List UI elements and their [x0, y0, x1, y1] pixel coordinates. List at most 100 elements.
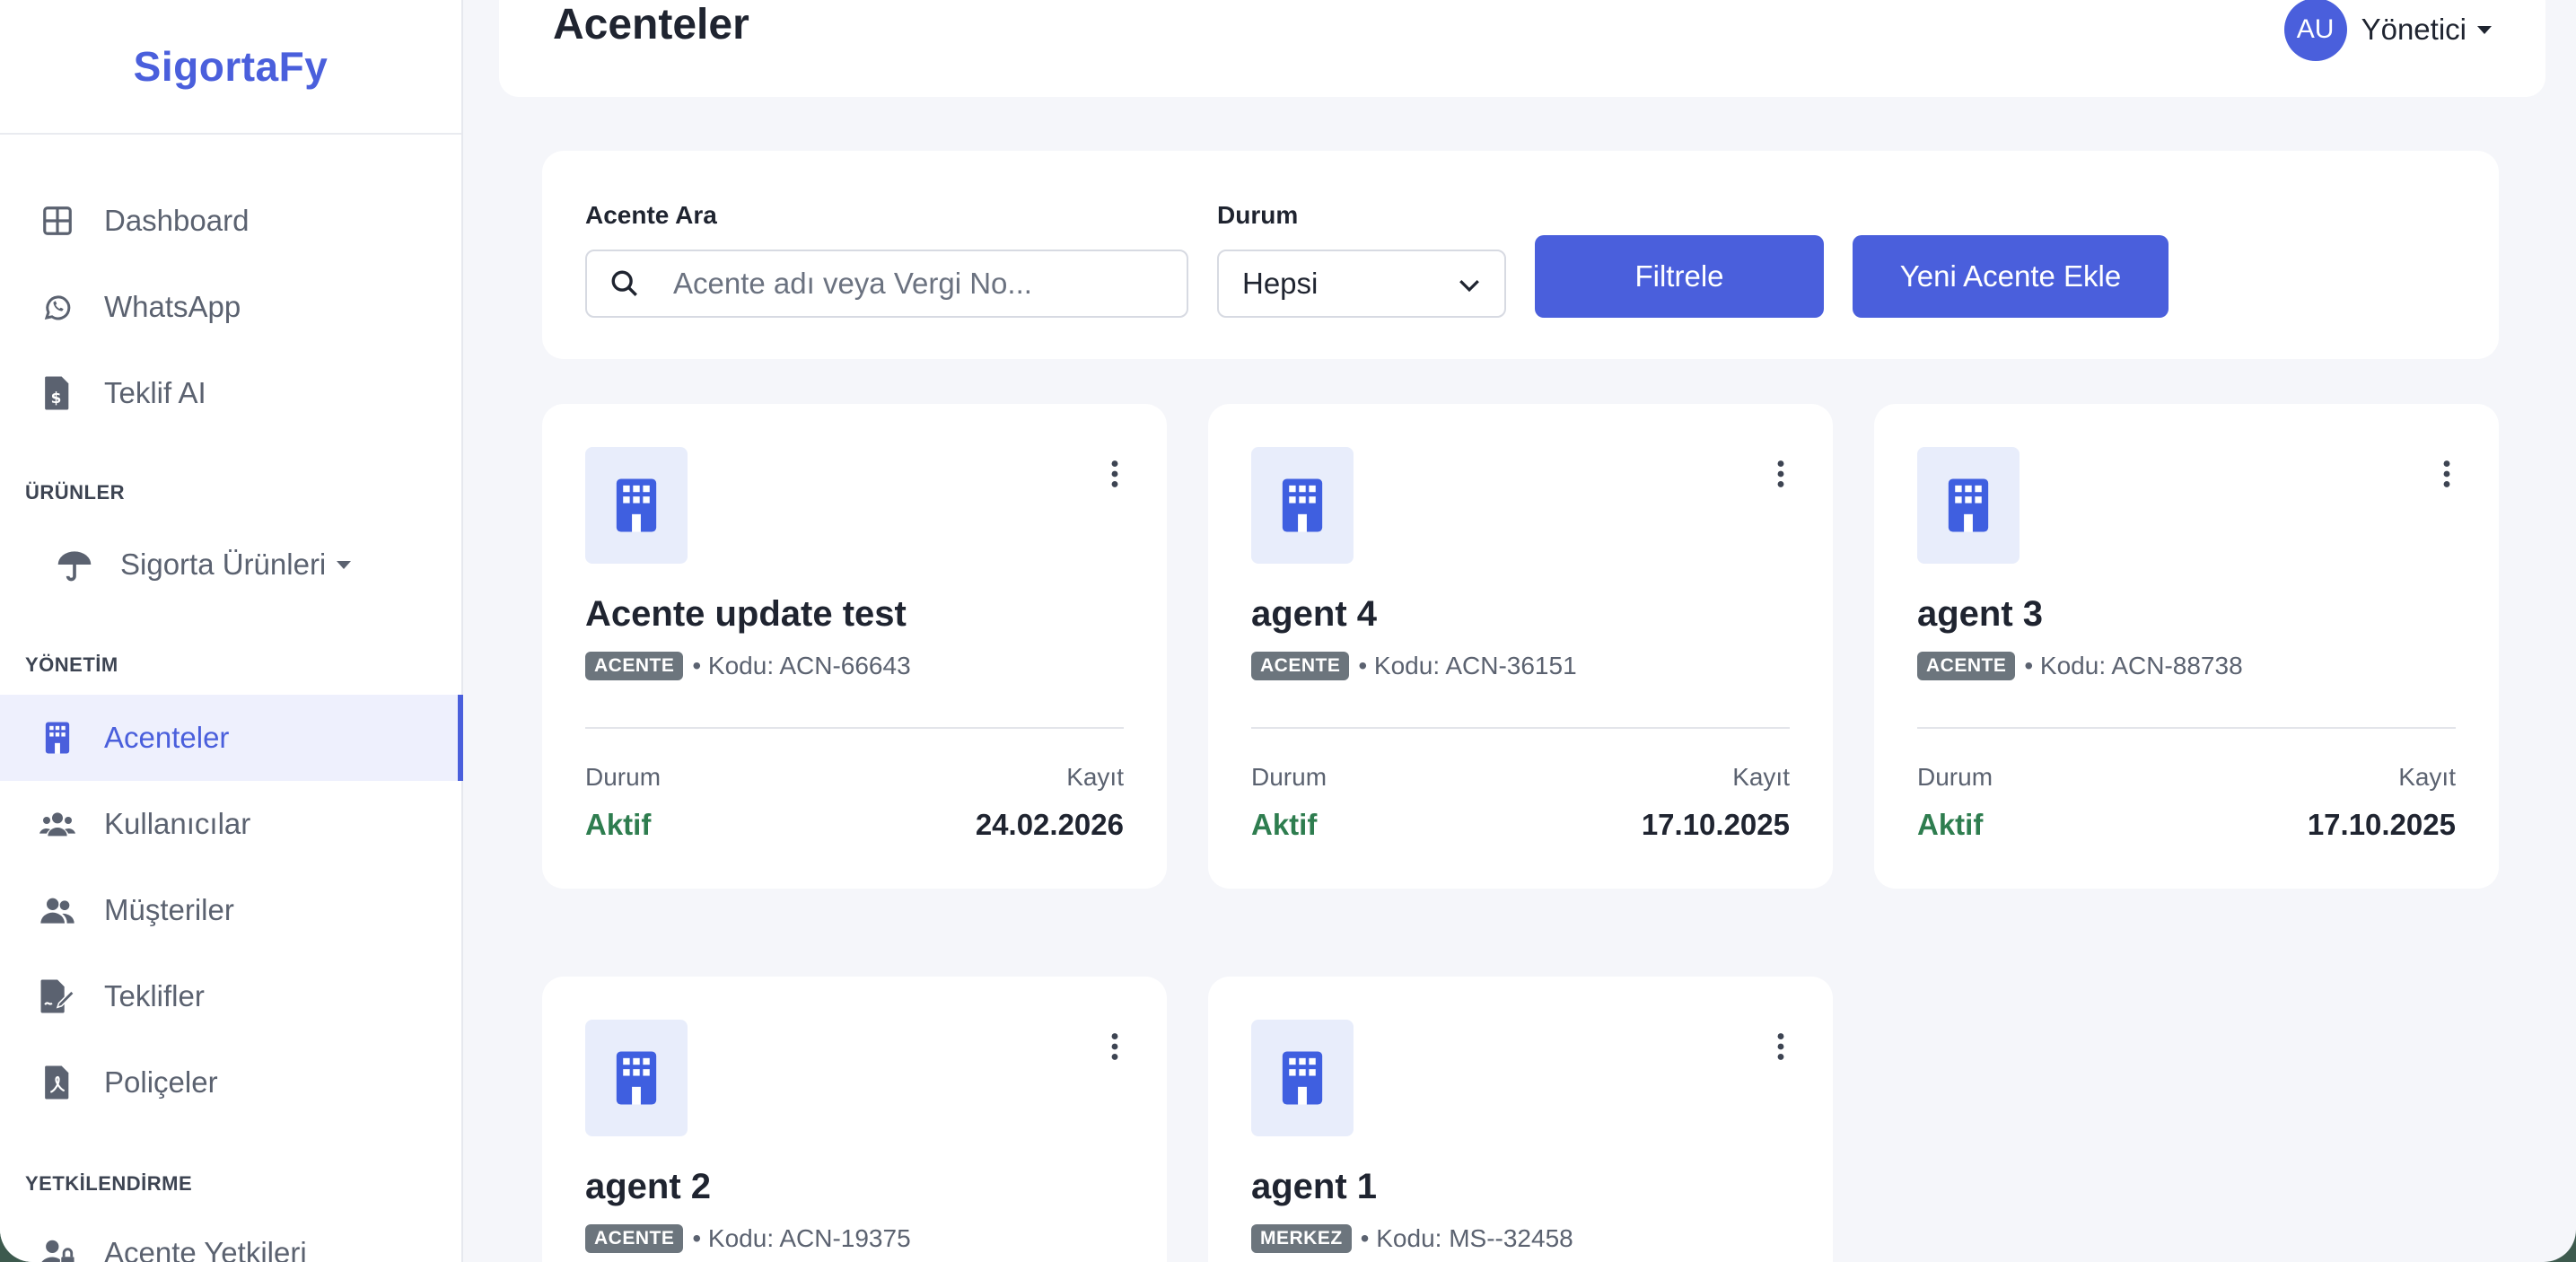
- building-icon: [1251, 1020, 1354, 1136]
- agency-name: agent 4: [1251, 594, 1378, 634]
- agency-name: agent 3: [1917, 594, 2044, 634]
- registration-date: 17.10.2025: [2307, 808, 2456, 841]
- section-label-authorization: YETKİLENDİRME: [25, 1172, 193, 1195]
- divider: [1917, 727, 2456, 729]
- agency-meta: ACENTE • Kodu: ACN-88738: [1917, 652, 2243, 680]
- agency-code: • Kodu: ACN-36151: [1358, 652, 1577, 679]
- brand-logo[interactable]: SigortaFy: [0, 0, 461, 135]
- chevron-down-icon: [1458, 267, 1481, 301]
- sidebar-item-kullanicilar[interactable]: Kullanıcılar: [0, 781, 463, 867]
- page-title: Acenteler: [553, 1, 749, 48]
- chevron-down-icon: [2477, 25, 2492, 34]
- file-signature-icon: [39, 978, 75, 1014]
- user-role: Yönetici: [2361, 13, 2466, 46]
- top-header: Acenteler AU Yönetici: [499, 0, 2545, 97]
- agency-card[interactable]: agent 4 ACENTE • Kodu: ACN-36151 Durum K…: [1208, 404, 1833, 889]
- sidebar-item-dashboard[interactable]: Dashboard: [0, 178, 463, 264]
- agency-type-badge: ACENTE: [585, 652, 684, 680]
- more-options-icon[interactable]: [1772, 1029, 1790, 1065]
- brand-name: SigortaFy: [133, 43, 329, 90]
- building-icon: [1917, 447, 2020, 564]
- sidebar-item-acente-yetkileri[interactable]: Acente Yetkileri: [0, 1210, 463, 1262]
- filter-panel: Acente Ara Durum Hepsi Filtrele Yeni Ace…: [542, 151, 2499, 359]
- status-label: Durum: [1251, 763, 1327, 791]
- agency-meta: ACENTE • Kodu: ACN-19375: [585, 1224, 911, 1253]
- users-icon: [39, 806, 75, 842]
- divider: [585, 727, 1124, 729]
- registration-date: 17.10.2025: [1641, 808, 1790, 841]
- search-field[interactable]: [585, 250, 1188, 318]
- umbrella-icon: [54, 544, 95, 585]
- agency-code: • Kodu: ACN-19375: [692, 1224, 911, 1252]
- whatsapp-icon: [39, 289, 75, 325]
- sidebar-item-acenteler[interactable]: Acenteler: [0, 695, 463, 781]
- registration-date: 24.02.2026: [975, 808, 1124, 841]
- filter-button[interactable]: Filtrele: [1535, 235, 1824, 318]
- avatar: AU: [2283, 0, 2347, 61]
- sidebar-item-whatsapp[interactable]: WhatsApp: [0, 264, 463, 350]
- agency-type-badge: ACENTE: [1251, 652, 1350, 680]
- more-options-icon[interactable]: [1106, 1029, 1124, 1065]
- status-value: Aktif: [1917, 808, 1984, 841]
- status-select[interactable]: Hepsi: [1217, 250, 1506, 318]
- sidebar-item-musteriler[interactable]: Müşteriler: [0, 867, 463, 953]
- agency-code: • Kodu: ACN-66643: [692, 652, 911, 679]
- agency-name: Acente update test: [585, 594, 907, 634]
- agency-type-badge: ACENTE: [585, 1224, 684, 1253]
- user-menu[interactable]: AU Yönetici: [2283, 0, 2492, 61]
- registration-label: Kayıt: [2398, 763, 2456, 791]
- sidebar-item-label: Müşteriler: [104, 893, 234, 926]
- building-icon: [585, 447, 688, 564]
- agency-card[interactable]: Acente update test ACENTE • Kodu: ACN-66…: [542, 404, 1167, 889]
- agency-card[interactable]: agent 1 MERKEZ • Kodu: MS--32458: [1208, 977, 1833, 1262]
- section-label-products: ÜRÜNLER: [25, 481, 126, 504]
- add-agency-button[interactable]: Yeni Acente Ekle: [1853, 235, 2169, 318]
- agency-card[interactable]: agent 3 ACENTE • Kodu: ACN-88738 Durum K…: [1874, 404, 2499, 889]
- sidebar-item-label: Sigorta Ürünleri: [120, 548, 327, 581]
- search-icon: [607, 266, 643, 302]
- agency-meta: MERKEZ • Kodu: MS--32458: [1251, 1224, 1573, 1253]
- building-icon: [585, 1020, 688, 1136]
- svg-text:$: $: [51, 389, 62, 407]
- sidebar-item-teklifler[interactable]: Teklifler: [0, 953, 463, 1039]
- more-options-icon[interactable]: [1106, 456, 1124, 492]
- divider: [1251, 727, 1790, 729]
- sidebar-item-teklif-ai[interactable]: $ Teklif AI: [0, 350, 463, 436]
- sidebar-item-label: Acente Yetkileri: [104, 1236, 307, 1262]
- sidebar-item-label: WhatsApp: [104, 290, 241, 323]
- status-label: Durum: [1917, 763, 1993, 791]
- user-group-icon: [39, 892, 75, 928]
- registration-label: Kayıt: [1732, 763, 1790, 791]
- agency-type-badge: MERKEZ: [1251, 1224, 1352, 1253]
- user-lock-icon: [39, 1235, 75, 1262]
- app-window: SigortaFy Dashboard WhatsApp $ Teklif AI…: [0, 0, 2576, 1262]
- building-icon: [1251, 447, 1354, 564]
- sidebar-item-label: Teklifler: [104, 979, 205, 1012]
- status-value: Aktif: [1251, 808, 1318, 841]
- search-input[interactable]: [673, 267, 1140, 301]
- chevron-down-icon: [337, 560, 352, 569]
- status-label: Durum: [1217, 201, 1299, 229]
- building-icon: [39, 720, 75, 756]
- sidebar: SigortaFy Dashboard WhatsApp $ Teklif AI…: [0, 0, 463, 1262]
- sidebar-item-label: Kullanıcılar: [104, 807, 251, 840]
- file-pdf-icon: [39, 1065, 75, 1100]
- sidebar-item-sigorta-urunleri[interactable]: Sigorta Ürünleri: [54, 533, 352, 596]
- registration-label: Kayıt: [1066, 763, 1124, 791]
- agency-name: agent 2: [585, 1167, 712, 1206]
- sidebar-item-policeler[interactable]: Poliçeler: [0, 1039, 463, 1126]
- agency-name: agent 1: [1251, 1167, 1378, 1206]
- agency-meta: ACENTE • Kodu: ACN-66643: [585, 652, 911, 680]
- agency-code: • Kodu: ACN-88738: [2024, 652, 2243, 679]
- more-options-icon[interactable]: [1772, 456, 1790, 492]
- status-value: Aktif: [585, 808, 652, 841]
- dashboard-icon: [39, 203, 75, 239]
- agency-meta: ACENTE • Kodu: ACN-36151: [1251, 652, 1577, 680]
- section-label-management: YÖNETİM: [25, 653, 118, 676]
- sidebar-item-label: Teklif AI: [104, 376, 206, 409]
- sidebar-item-label: Poliçeler: [104, 1065, 218, 1099]
- more-options-icon[interactable]: [2438, 456, 2456, 492]
- search-label: Acente Ara: [585, 201, 717, 229]
- invoice-dollar-icon: $: [39, 375, 75, 411]
- agency-card[interactable]: agent 2 ACENTE • Kodu: ACN-19375: [542, 977, 1167, 1262]
